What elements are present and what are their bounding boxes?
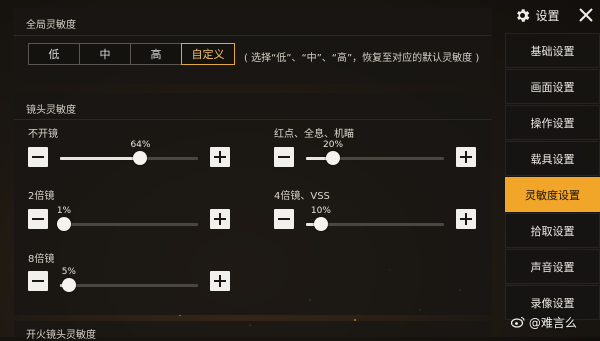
- gear-icon: [517, 8, 530, 22]
- minus-icon: [32, 156, 44, 158]
- increase-button[interactable]: [456, 209, 476, 229]
- menu-item-vehicle[interactable]: 载具设置: [505, 141, 600, 176]
- slider-label-8x: 8倍镜: [28, 254, 55, 265]
- slider-handle[interactable]: [326, 151, 341, 165]
- slider-value: 10%: [310, 206, 331, 216]
- decrease-button[interactable]: [28, 271, 48, 291]
- minus-icon: [32, 280, 44, 282]
- slider-value: 64%: [130, 140, 151, 150]
- slider-value: 5%: [61, 267, 76, 277]
- increase-button[interactable]: [210, 209, 230, 229]
- minus-icon: [278, 156, 290, 158]
- settings-title: 设置: [535, 8, 560, 23]
- slider-label-2x: 2倍镜: [28, 191, 55, 202]
- watermark-text: @难言么: [528, 316, 577, 330]
- slider-handle[interactable]: [313, 217, 328, 231]
- menu-item-controls[interactable]: 操作设置: [505, 105, 600, 140]
- weibo-watermark: @难言么: [510, 314, 577, 331]
- slider-8x[interactable]: 5%: [60, 267, 198, 292]
- minus-icon: [32, 218, 44, 220]
- menu-item-basic[interactable]: 基础设置: [505, 33, 600, 68]
- menu-item-pickup[interactable]: 拾取设置: [505, 213, 600, 248]
- divider: [14, 35, 492, 36]
- option-high-button[interactable]: 高: [130, 43, 182, 65]
- slider-label-no-scope: 不开镜: [28, 129, 58, 140]
- slider-2x[interactable]: 1%: [57, 206, 198, 231]
- slider-4x[interactable]: 10%: [306, 206, 444, 231]
- decrease-button[interactable]: [28, 147, 48, 167]
- fire-sensitivity-panel: 开火镜头灵敏度: [14, 321, 492, 341]
- menu-item-audio[interactable]: 声音设置: [505, 249, 600, 284]
- slider-handle[interactable]: [61, 278, 76, 292]
- increase-button[interactable]: [456, 147, 476, 167]
- divider: [14, 119, 492, 120]
- scope-sensitivity-title: 镜头灵敏度: [26, 105, 76, 116]
- option-custom-button[interactable]: 自定义: [181, 43, 235, 65]
- settings-menu: 基础设置 画面设置 操作设置 载具设置 灵敏度设置 拾取设置 声音设置 录像设置: [505, 33, 600, 321]
- decrease-button[interactable]: [274, 147, 294, 167]
- minus-icon: [278, 218, 290, 220]
- fire-sensitivity-title: 开火镜头灵敏度: [26, 330, 96, 341]
- close-icon: [578, 8, 593, 22]
- slider-handle[interactable]: [56, 217, 71, 231]
- menu-item-sensitivity[interactable]: 灵敏度设置: [505, 177, 600, 212]
- decrease-button[interactable]: [274, 209, 294, 229]
- slider-label-red-dot: 红点、全息、机瞄: [274, 129, 354, 140]
- decrease-button[interactable]: [28, 209, 48, 229]
- slider-value: 20%: [323, 140, 344, 150]
- weibo-icon: [510, 316, 525, 328]
- global-sensitivity-title: 全局灵敏度: [26, 20, 76, 31]
- slider-no-scope[interactable]: 64%: [60, 140, 198, 165]
- close-button[interactable]: [571, 0, 600, 30]
- slider-red-dot[interactable]: 20%: [306, 140, 444, 165]
- option-medium-button[interactable]: 中: [79, 43, 131, 65]
- slider-value: 1%: [56, 206, 72, 216]
- global-sensitivity-hint: ( 选择“低”、“中”、“高”，恢复至对应的默认灵敏度 ): [244, 53, 480, 64]
- slider-fill: [60, 157, 141, 160]
- increase-button[interactable]: [210, 147, 230, 167]
- increase-button[interactable]: [210, 271, 230, 291]
- slider-label-4x: 4倍镜、VSS: [274, 191, 330, 202]
- global-sensitivity-selector: 低 中 高 自定义: [28, 43, 235, 65]
- scope-sensitivity-panel: 镜头灵敏度: [14, 93, 492, 315]
- settings-header: 设置: [505, 0, 569, 30]
- option-low-button[interactable]: 低: [28, 43, 80, 65]
- menu-item-graphics[interactable]: 画面设置: [505, 69, 600, 104]
